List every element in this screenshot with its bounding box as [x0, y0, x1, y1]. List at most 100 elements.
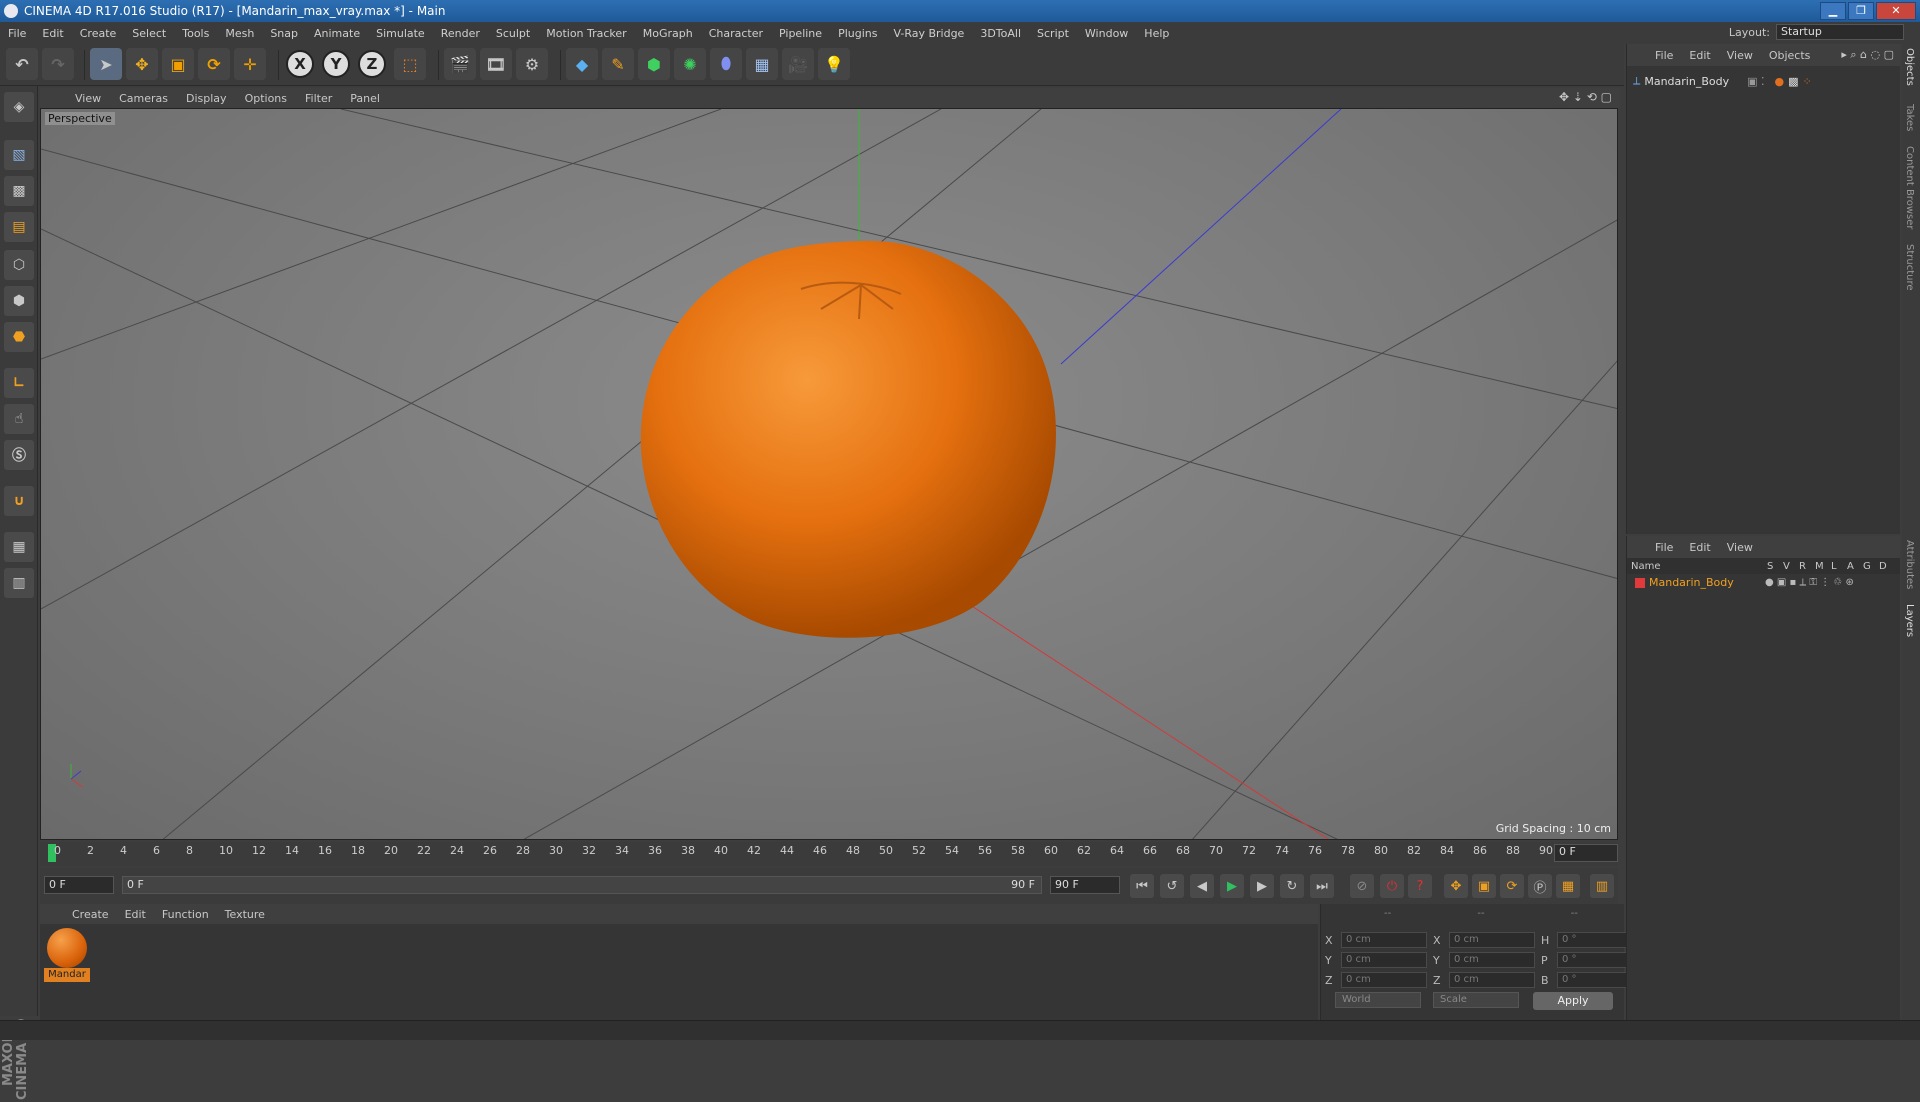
- material-swatch[interactable]: Mandar: [44, 928, 90, 986]
- menu-animate[interactable]: Animate: [306, 27, 368, 40]
- tab-layers[interactable]: Layers: [1904, 604, 1915, 637]
- y-axis-toggle[interactable]: Y: [322, 50, 350, 78]
- viewport-menu-panel[interactable]: Panel: [341, 92, 389, 105]
- viewport-menu-filter[interactable]: Filter: [296, 92, 341, 105]
- layer-row[interactable]: Mandarin_Body ● ▣ ▪ ⟂ ⚿ ⋮ ♲ ⊛: [1635, 576, 1854, 589]
- menu-mograph[interactable]: MoGraph: [635, 27, 701, 40]
- column-generators[interactable]: G: [1863, 561, 1879, 572]
- keyframe-selection-icon[interactable]: ?: [1408, 874, 1432, 898]
- mandarin-object[interactable]: [640, 240, 1056, 638]
- size-y-field[interactable]: 0 cm: [1449, 952, 1535, 968]
- x-axis-toggle[interactable]: X: [286, 50, 314, 78]
- render-settings-icon[interactable]: ⚙: [516, 48, 548, 80]
- light-icon[interactable]: 💡: [818, 48, 850, 80]
- z-axis-toggle[interactable]: Z: [358, 50, 386, 78]
- scale-mode-dropdown[interactable]: Scale: [1433, 992, 1519, 1008]
- minimize-button[interactable]: ▁: [1820, 2, 1846, 20]
- end-frame-field[interactable]: 90 F: [1050, 876, 1120, 894]
- record-keys-icon[interactable]: ⊘: [1350, 874, 1374, 898]
- workplane-lock-icon[interactable]: ▦: [4, 532, 34, 562]
- tab-attributes[interactable]: Attributes: [1904, 540, 1915, 589]
- axis-mode-icon[interactable]: ∟: [4, 368, 34, 398]
- restore-button[interactable]: ❐: [1848, 2, 1874, 20]
- tweak-mode-icon[interactable]: ☝: [4, 404, 34, 434]
- current-frame-field[interactable]: 0 F: [1554, 844, 1618, 862]
- step-back-icon[interactable]: ◀: [1190, 874, 1214, 898]
- play-icon[interactable]: ▶: [1220, 874, 1244, 898]
- layer-color-swatch[interactable]: [1635, 577, 1645, 588]
- objects-menu-objects[interactable]: Objects: [1761, 49, 1819, 62]
- mograph-cloner-icon[interactable]: ✺: [674, 48, 706, 80]
- viewport-menu-cameras[interactable]: Cameras: [110, 92, 177, 105]
- perspective-viewport[interactable]: Perspective Grid Spacing : 10 cm: [40, 108, 1618, 840]
- subdivision-surface-icon[interactable]: ⬢: [638, 48, 670, 80]
- viewport-menu-display[interactable]: Display: [177, 92, 236, 105]
- undo-icon[interactable]: ↶: [6, 48, 38, 80]
- coordinate-mode-dropdown[interactable]: World: [1335, 992, 1421, 1008]
- object-name[interactable]: Mandarin_Body: [1644, 75, 1729, 88]
- column-render[interactable]: R: [1799, 561, 1815, 572]
- solo-mode-icon[interactable]: Ⓢ: [4, 440, 34, 470]
- object-row[interactable]: ⟂ Mandarin_Body ▣ ⁚ ● ▩ ⁘: [1633, 74, 1812, 88]
- layers-menu-view[interactable]: View: [1719, 541, 1761, 554]
- pos-z-field[interactable]: 0 cm: [1341, 972, 1427, 988]
- objects-menu-view[interactable]: View: [1719, 49, 1761, 62]
- texture-mode-icon[interactable]: ▩: [4, 176, 34, 206]
- rot-p-field[interactable]: 0 °: [1557, 952, 1633, 968]
- menu-select[interactable]: Select: [124, 27, 174, 40]
- menu-vray-bridge[interactable]: V-Ray Bridge: [885, 27, 972, 40]
- rotate-icon[interactable]: ⟳: [198, 48, 230, 80]
- model-mode-icon[interactable]: ▧: [4, 140, 34, 170]
- planar-workplane-icon[interactable]: ▥: [4, 568, 34, 598]
- menu-sculpt[interactable]: Sculpt: [488, 27, 538, 40]
- rot-b-field[interactable]: 0 °: [1557, 972, 1633, 988]
- render-picture-viewer-icon[interactable]: 🎞: [480, 48, 512, 80]
- points-mode-icon[interactable]: ⬡: [4, 250, 34, 280]
- key-rotation-icon[interactable]: ⟳: [1500, 874, 1524, 898]
- material-menu-edit[interactable]: Edit: [117, 908, 154, 921]
- close-button[interactable]: ✕: [1876, 2, 1916, 20]
- viewport-menu-view[interactable]: View: [66, 92, 110, 105]
- material-menu-texture[interactable]: Texture: [217, 908, 273, 921]
- render-view-icon[interactable]: 🎬: [444, 48, 476, 80]
- viewport-menu-options[interactable]: Options: [236, 92, 296, 105]
- menu-3dtoall[interactable]: 3DToAll: [972, 27, 1029, 40]
- step-forward-icon[interactable]: ▶: [1250, 874, 1274, 898]
- layer-name[interactable]: Mandarin_Body: [1649, 576, 1761, 589]
- column-manager[interactable]: M: [1815, 561, 1831, 572]
- size-z-field[interactable]: 0 cm: [1449, 972, 1535, 988]
- menu-snap[interactable]: Snap: [262, 27, 306, 40]
- objects-menu-file[interactable]: File: [1647, 49, 1681, 62]
- menu-tools[interactable]: Tools: [174, 27, 217, 40]
- deformer-icon[interactable]: ⬮: [710, 48, 742, 80]
- pos-x-field[interactable]: 0 cm: [1341, 932, 1427, 948]
- timeline-ruler[interactable]: 0 2 4 6 8 10 12 14 16 18 20 22 24 26 28 30 32 34 36 38 40 42 4…: [40, 842, 1618, 866]
- menu-window[interactable]: Window: [1077, 27, 1136, 40]
- size-x-field[interactable]: 0 cm: [1449, 932, 1535, 948]
- pos-y-field[interactable]: 0 cm: [1341, 952, 1427, 968]
- menu-mesh[interactable]: Mesh: [217, 27, 262, 40]
- vray-tag-icon[interactable]: ⁘: [1803, 75, 1812, 88]
- viewport-camera-label[interactable]: Perspective: [45, 112, 115, 125]
- tab-objects[interactable]: Objects: [1904, 48, 1915, 86]
- go-to-next-key-icon[interactable]: ↻: [1280, 874, 1304, 898]
- column-name[interactable]: Name: [1631, 561, 1767, 572]
- go-to-prev-key-icon[interactable]: ↺: [1160, 874, 1184, 898]
- go-to-end-icon[interactable]: ⏭: [1310, 874, 1334, 898]
- menu-pipeline[interactable]: Pipeline: [771, 27, 830, 40]
- menu-motion-tracker[interactable]: Motion Tracker: [538, 27, 634, 40]
- layers-menu-file[interactable]: File: [1647, 541, 1681, 554]
- live-selection-icon[interactable]: ✛: [234, 48, 266, 80]
- workplane-mode-icon[interactable]: ▤: [4, 212, 34, 242]
- column-locked[interactable]: L: [1831, 561, 1847, 572]
- timeline-window-icon[interactable]: ▥: [1590, 874, 1614, 898]
- go-to-start-icon[interactable]: ⏮: [1130, 874, 1154, 898]
- menu-plugins[interactable]: Plugins: [830, 27, 885, 40]
- material-menu-create[interactable]: Create: [64, 908, 117, 921]
- menu-render[interactable]: Render: [433, 27, 488, 40]
- texture-tag-icon[interactable]: ▩: [1788, 75, 1798, 88]
- material-tag-icon[interactable]: ●: [1774, 75, 1784, 88]
- scale-icon[interactable]: ▣: [162, 48, 194, 80]
- viewport-nav-icons[interactable]: ✥ ⇣ ⟲ ▢: [1559, 90, 1612, 104]
- select-arrow-icon[interactable]: ➤: [90, 48, 122, 80]
